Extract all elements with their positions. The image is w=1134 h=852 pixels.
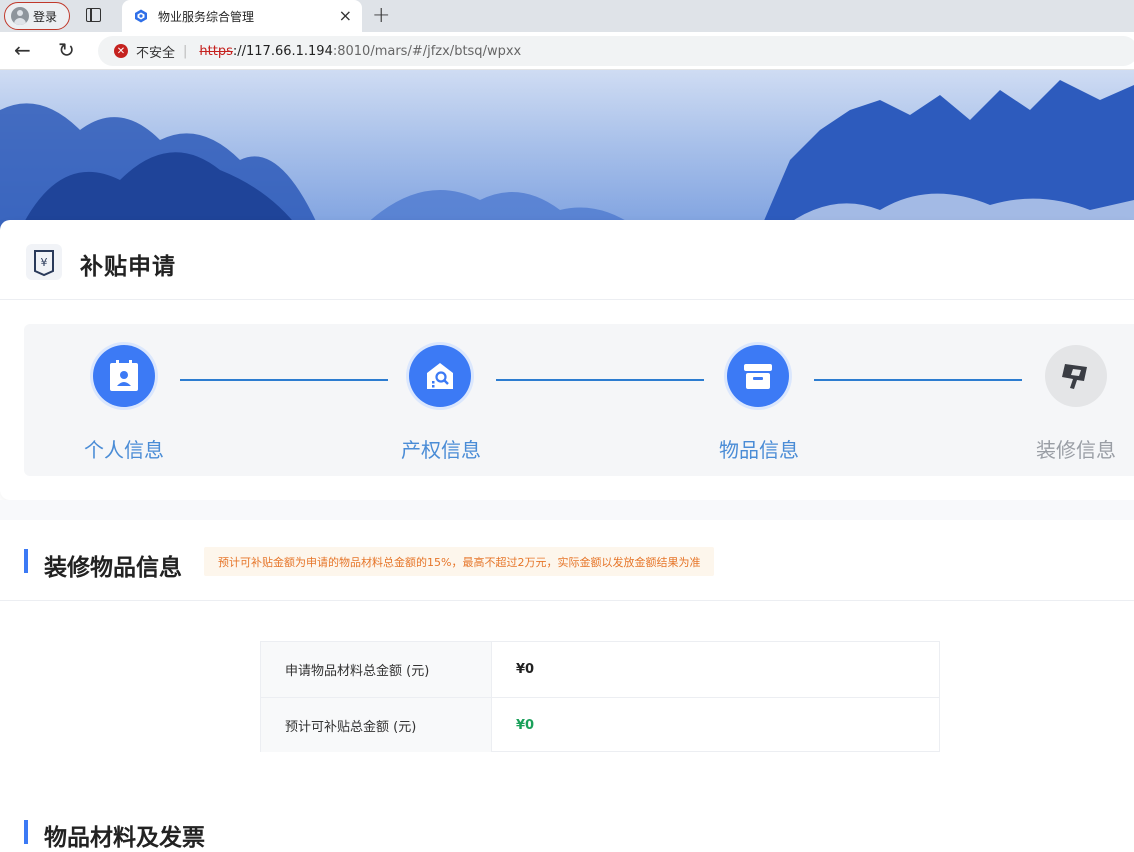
step-1-marker[interactable] [90, 342, 158, 410]
section-divider [0, 600, 1134, 601]
page-title: 补贴申请 [80, 254, 176, 280]
url-field[interactable]: ✕ 不安全 | https ://117.66.1.194 :8010/mars… [98, 36, 1134, 66]
svg-text:¥: ¥ [41, 256, 48, 269]
tab-actions-icon[interactable] [86, 8, 101, 22]
step-4-marker[interactable] [1042, 342, 1110, 410]
step-4-label[interactable]: 装修信息 [1006, 434, 1134, 463]
url-host: ://117.66.1.194 [232, 43, 333, 59]
new-tab-icon[interactable]: + [372, 3, 390, 28]
step-2-label[interactable]: 产权信息 [371, 434, 511, 463]
url-scheme: https [199, 43, 233, 59]
step-1-label[interactable]: 个人信息 [54, 434, 194, 463]
section-gap [0, 500, 1134, 520]
url-path: :8010/mars/#/jfzx/btsq/wpxx [332, 43, 522, 59]
total-amount-label: 申请物品材料总金额 (元) [261, 642, 492, 697]
avatar-icon [11, 7, 29, 25]
id-card-icon [110, 360, 138, 391]
amount-summary-table: 申请物品材料总金额 (元) ¥0 预计可补贴总金额 (元) ¥0 [260, 641, 940, 752]
security-status-label[interactable]: 不安全 [136, 42, 175, 61]
subsidy-doc-icon: ¥ [26, 244, 62, 280]
site-favicon-icon [135, 9, 147, 23]
step-connector-3 [814, 379, 1022, 381]
browser-tab-active[interactable]: 物业服务综合管理 × [122, 0, 362, 32]
step-connector-2 [496, 379, 704, 381]
step-connector-1 [180, 379, 388, 381]
paint-roller-icon [1062, 364, 1087, 389]
application-card: ¥ 补贴申请 个人信息 产权信息 物品信息 装修信息 [0, 220, 1134, 500]
section2-accent-bar [24, 820, 28, 844]
reload-icon[interactable]: ↻ [58, 39, 75, 61]
url-separator: | [183, 43, 188, 59]
subsidy-amount-label: 预计可补贴总金额 (元) [261, 698, 492, 752]
subsidy-amount-value: ¥0 [516, 717, 535, 733]
subsidy-notice: 预计可补贴金额为申请的物品材料总金额的15%，最高不超过2万元，实际金额以发放金… [204, 547, 715, 576]
total-amount-value: ¥0 [516, 662, 535, 677]
browser-tab-strip: 登录 物业服务综合管理 × + [0, 0, 1134, 32]
box-icon [744, 364, 772, 389]
profile-login-button[interactable]: 登录 [4, 2, 70, 30]
login-label: 登录 [33, 9, 58, 24]
back-arrow-icon[interactable]: ← [14, 39, 31, 61]
items-section: 装修物品信息 预计可补贴金额为申请的物品材料总金额的15%，最高不超过2万元，实… [0, 520, 1134, 851]
tab-title: 物业服务综合管理 [158, 9, 255, 24]
house-search-icon [427, 363, 453, 389]
insecure-warning-icon[interactable]: ✕ [114, 44, 128, 58]
section-title: 装修物品信息 [44, 555, 182, 581]
step-2-marker[interactable] [406, 342, 474, 410]
table-row: 预计可补贴总金额 (元) ¥0 [261, 697, 939, 752]
progress-steps: 个人信息 产权信息 物品信息 装修信息 [24, 324, 1134, 476]
address-bar: ← ↻ ✕ 不安全 | https ://117.66.1.194 :8010/… [0, 32, 1134, 70]
table-row: 申请物品材料总金额 (元) ¥0 [261, 642, 939, 697]
tab-close-icon[interactable]: × [339, 6, 352, 25]
section2-title: 物品材料及发票 [44, 825, 205, 851]
header-banner-image [0, 70, 1134, 230]
section-accent-bar [24, 549, 28, 573]
step-3-label[interactable]: 物品信息 [689, 434, 829, 463]
card-header: ¥ 补贴申请 [0, 220, 1134, 300]
step-3-marker[interactable] [724, 342, 792, 410]
